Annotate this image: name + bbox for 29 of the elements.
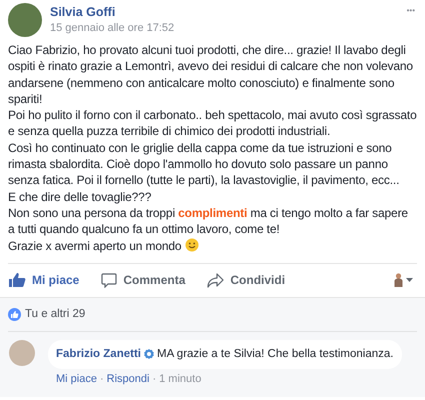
person-icon [394,273,403,288]
author-name[interactable]: Silvia Goffi [50,4,174,21]
audience-selector[interactable] [394,273,413,288]
caret-icon [406,278,413,282]
more-options-button[interactable]: ••• [406,5,415,17]
thumbs-up-icon [8,272,26,288]
comment-time[interactable]: 1 minuto [159,371,202,388]
post-paragraph: Non sono una persona da troppi complimenti ma ci tengo molto a far sapere a tutti quando qualcuno fa un ottimo lavoro, come te! [8,204,409,238]
post-paragraph: Grazie x avermi aperto un mondo [8,238,417,254]
reactions-count[interactable]: Tu e altri 29 [25,306,86,323]
post-paragraph: Ciao Fabrizio, ho provato alcuni tuoi prodotti, che dire... grazie! Il lavabo degli ospiti è rinato grazie a Lemontrì, avevo dei residui di calcare che non volevano andarsene (nemmeno con anticalcare molto conosciuto) e finalmente sono spariti! [8,42,414,108]
separator-dot: · [152,372,156,388]
verified-badge-icon [144,349,154,360]
post-paragraph: E che dire delle tovaglie??? [8,188,152,205]
post-paragraph: Poi ho pulito il forno con il carbonato.. beh spettacolo, mai avuto così sgrassato e senza quella puzza terribile di chimico dei prodotti industriali. [8,107,417,140]
comment-like-link[interactable]: Mi piace [56,371,97,388]
separator-dot: · [100,372,104,388]
share-arrow-icon [207,272,224,288]
comment-text: MA grazie a te Silvia! Che bella testimonianza. [156,346,394,362]
post-time[interactable]: 15 gennaio alle ore 17:52 [50,21,174,35]
commenter-name[interactable]: Fabrizio Zanetti [56,346,141,364]
avatar[interactable] [8,3,42,37]
post-paragraph: Così ho continuato con le griglie della cappa come da tue istruzioni e sono rimasta sbalordita. Cioè dopo l'ammollo ho dovuto solo passare un panno senza fatica. Poi il fornello (tutte le parti), la lavastoviglie, il pavimento, ecc... [8,140,400,189]
reply-link[interactable]: Rispondi [106,371,150,388]
comment-button[interactable]: Commenta [101,271,186,290]
speech-bubble-icon [101,272,118,288]
like-reaction-icon [8,308,21,321]
like-button[interactable]: Mi piace [8,271,80,290]
share-button[interactable]: Condividi [207,271,286,290]
